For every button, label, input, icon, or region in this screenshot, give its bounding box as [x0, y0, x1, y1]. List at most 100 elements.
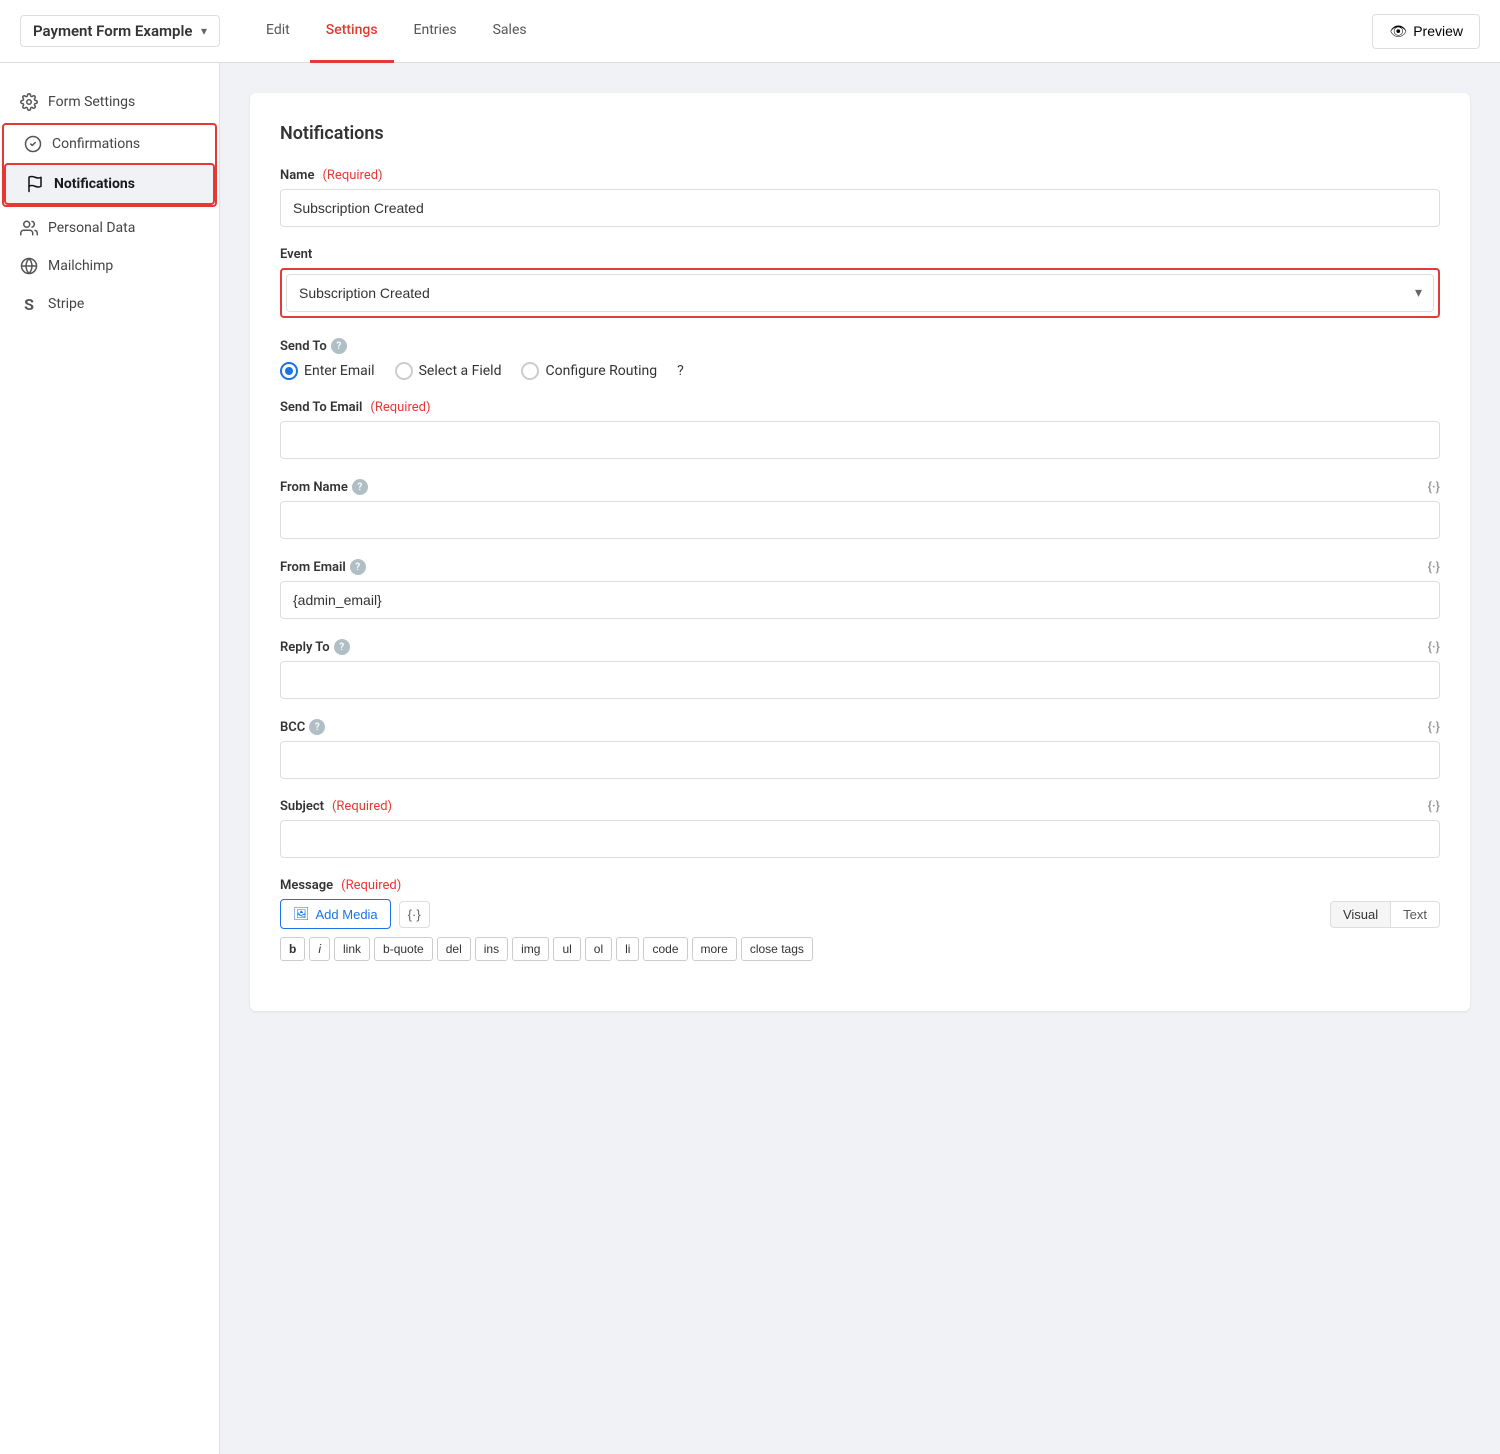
fmt-italic[interactable]: i [309, 937, 330, 961]
fmt-ins[interactable]: ins [475, 937, 508, 961]
fmt-del[interactable]: del [437, 937, 471, 961]
fmt-img[interactable]: img [512, 937, 549, 961]
tab-edit[interactable]: Edit [250, 0, 306, 63]
sidebar-label-personal-data: Personal Data [48, 220, 135, 236]
topbar: Payment Form Example ▾ Edit Settings Ent… [0, 0, 1500, 63]
bcc-merge-icon[interactable]: {·} [1428, 720, 1440, 735]
from-name-group: From Name ? {·} [280, 479, 1440, 539]
send-to-help-icon[interactable]: ? [331, 338, 347, 354]
routing-help-icon[interactable]: ? [677, 363, 684, 379]
from-email-group: From Email ? {·} [280, 559, 1440, 619]
sidebar-label-form-settings: Form Settings [48, 94, 135, 110]
main-content: Notifications Name (Required) Event Subs… [220, 63, 1500, 1454]
globe-icon [20, 257, 38, 275]
bcc-group: BCC ? {·} [280, 719, 1440, 779]
form-title: Payment Form Example [33, 22, 192, 40]
person-icon [20, 219, 38, 237]
flag-icon [26, 175, 44, 193]
radio-circle-configure-routing [521, 362, 539, 380]
radio-circle-enter-email [280, 362, 298, 380]
reply-to-group: Reply To ? {·} [280, 639, 1440, 699]
subject-merge-icon[interactable]: {·} [1428, 799, 1440, 814]
merge-tags-button[interactable]: {·} [399, 901, 430, 928]
sidebar-confirmations-highlighted: Confirmations Notifications [2, 123, 217, 207]
add-media-button[interactable]: 🖼 Add Media [280, 899, 391, 929]
bcc-label: BCC ? {·} [280, 719, 1440, 735]
sidebar: Form Settings Confirmations Notifi [0, 63, 220, 1454]
from-email-help-icon[interactable]: ? [350, 559, 366, 575]
reply-to-help-icon[interactable]: ? [334, 639, 350, 655]
subject-input[interactable] [280, 820, 1440, 858]
send-to-options: Enter Email Select a Field Configure Rou… [280, 362, 1440, 380]
event-dropdown[interactable]: Subscription Created [286, 274, 1434, 312]
preview-button[interactable]: 👁 Preview [1372, 14, 1480, 49]
reply-to-input[interactable] [280, 661, 1440, 699]
from-name-help-icon[interactable]: ? [352, 479, 368, 495]
fmt-li[interactable]: li [616, 937, 639, 961]
reply-to-label: Reply To ? {·} [280, 639, 1440, 655]
tab-settings[interactable]: Settings [310, 0, 394, 63]
fmt-ol[interactable]: ol [585, 937, 612, 961]
send-to-group: Send To ? Enter Email Select a Field Con… [280, 338, 1440, 380]
sidebar-item-mailchimp[interactable]: Mailchimp [0, 247, 219, 285]
radio-select-field[interactable]: Select a Field [395, 362, 502, 380]
fmt-bquote[interactable]: b-quote [374, 937, 433, 961]
send-to-email-input[interactable] [280, 421, 1440, 459]
sidebar-item-confirmations[interactable]: Confirmations [4, 125, 215, 163]
name-input[interactable] [280, 189, 1440, 227]
subject-group: Subject (Required) {·} [280, 799, 1440, 858]
fmt-close-tags[interactable]: close tags [741, 937, 813, 961]
check-circle-icon [24, 135, 42, 153]
fmt-ul[interactable]: ul [553, 937, 580, 961]
notifications-card: Notifications Name (Required) Event Subs… [250, 93, 1470, 1011]
eye-icon: 👁 [1389, 23, 1407, 40]
event-dropdown-highlighted: Subscription Created ▾ [280, 268, 1440, 318]
sidebar-item-notifications[interactable]: Notifications [4, 163, 215, 205]
sidebar-label-stripe: Stripe [48, 296, 84, 312]
sidebar-label-mailchimp: Mailchimp [48, 258, 113, 274]
from-name-merge-icon[interactable]: {·} [1428, 480, 1440, 495]
tab-entries[interactable]: Entries [398, 0, 473, 63]
fmt-bold[interactable]: b [280, 937, 305, 961]
top-nav: Edit Settings Entries Sales [250, 0, 1342, 63]
name-label: Name (Required) [280, 168, 1440, 183]
event-field-group: Event Subscription Created ▾ [280, 247, 1440, 318]
message-group: Message (Required) 🖼 Add Media {·} Visua… [280, 878, 1440, 961]
main-layout: Form Settings Confirmations Notifi [0, 63, 1500, 1454]
bcc-input[interactable] [280, 741, 1440, 779]
bcc-help-icon[interactable]: ? [309, 719, 325, 735]
radio-circle-select-field [395, 362, 413, 380]
gear-icon [20, 93, 38, 111]
text-button[interactable]: Text [1391, 901, 1440, 928]
from-email-input[interactable] [280, 581, 1440, 619]
from-name-label: From Name ? {·} [280, 479, 1440, 495]
event-dropdown-wrap: Subscription Created ▾ [286, 274, 1434, 312]
reply-to-merge-icon[interactable]: {·} [1428, 640, 1440, 655]
tab-sales[interactable]: Sales [477, 0, 543, 63]
visual-text-toggle: Visual Text [1330, 901, 1440, 928]
sidebar-item-stripe[interactable]: S Stripe [0, 285, 219, 323]
fmt-code[interactable]: code [643, 937, 687, 961]
sidebar-item-personal-data[interactable]: Personal Data [0, 209, 219, 247]
stripe-icon: S [20, 295, 38, 313]
visual-button[interactable]: Visual [1330, 901, 1391, 928]
event-label: Event [280, 247, 1440, 262]
fmt-more[interactable]: more [692, 937, 737, 961]
from-email-merge-icon[interactable]: {·} [1428, 560, 1440, 575]
from-email-label: From Email ? {·} [280, 559, 1440, 575]
message-label: Message (Required) [280, 878, 1440, 893]
media-icon: 🖼 [293, 906, 310, 922]
toolbar-left: 🖼 Add Media {·} [280, 899, 430, 929]
sidebar-item-form-settings[interactable]: Form Settings [0, 83, 219, 121]
section-title: Notifications [280, 123, 1440, 144]
format-bar: b i link b-quote del ins img ul ol li co… [280, 937, 1440, 961]
name-field-group: Name (Required) [280, 168, 1440, 227]
subject-label: Subject (Required) {·} [280, 799, 1440, 814]
sidebar-label-confirmations: Confirmations [52, 136, 140, 152]
fmt-link[interactable]: link [334, 937, 370, 961]
radio-enter-email[interactable]: Enter Email [280, 362, 375, 380]
send-to-email-group: Send To Email (Required) [280, 400, 1440, 459]
from-name-input[interactable] [280, 501, 1440, 539]
radio-configure-routing[interactable]: Configure Routing [521, 362, 657, 380]
form-title-dropdown[interactable]: Payment Form Example ▾ [20, 15, 220, 47]
